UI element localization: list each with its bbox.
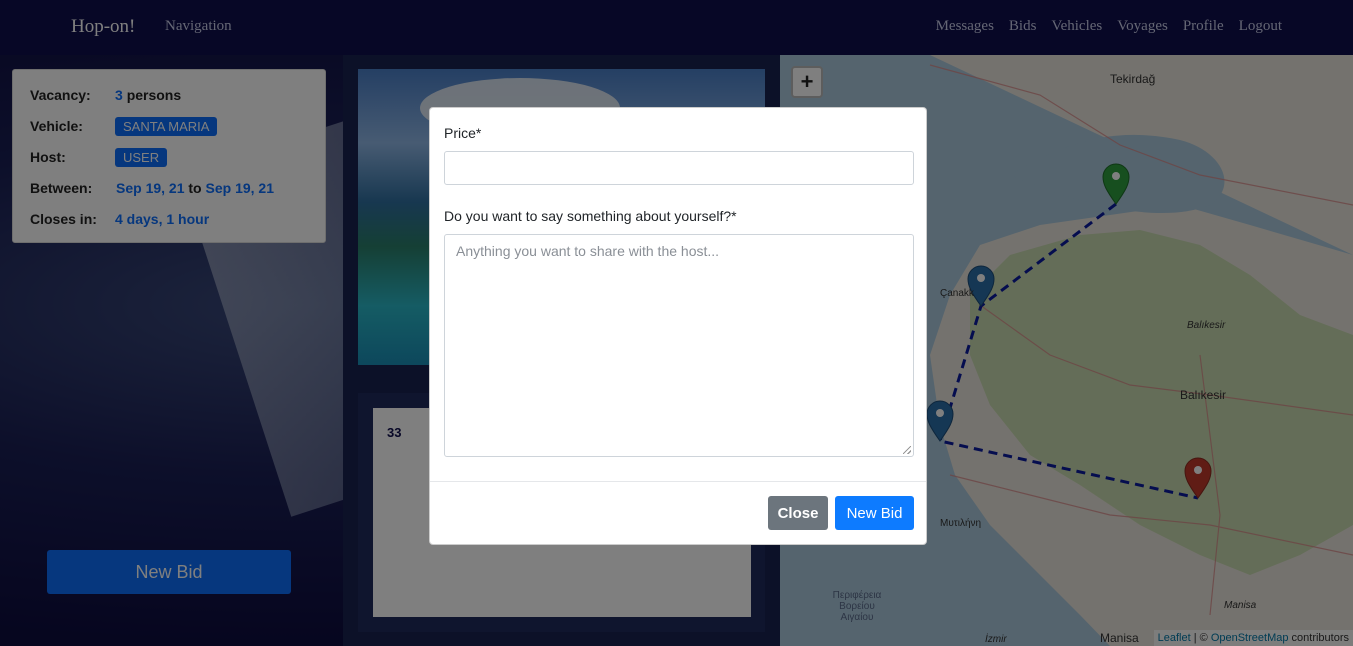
close-button[interactable]: Close — [768, 496, 828, 530]
about-textarea[interactable]: Anything you want to share with the host… — [444, 234, 914, 457]
modal-footer-divider — [430, 481, 926, 482]
about-label: Do you want to say something about yours… — [444, 208, 737, 224]
new-bid-modal: Price* Do you want to say something abou… — [429, 107, 927, 545]
new-bid-button[interactable]: New Bid — [835, 496, 914, 530]
price-label: Price* — [444, 125, 482, 141]
resize-grip-icon[interactable] — [903, 446, 911, 454]
price-input[interactable] — [444, 151, 914, 185]
about-placeholder: Anything you want to share with the host… — [456, 243, 720, 259]
